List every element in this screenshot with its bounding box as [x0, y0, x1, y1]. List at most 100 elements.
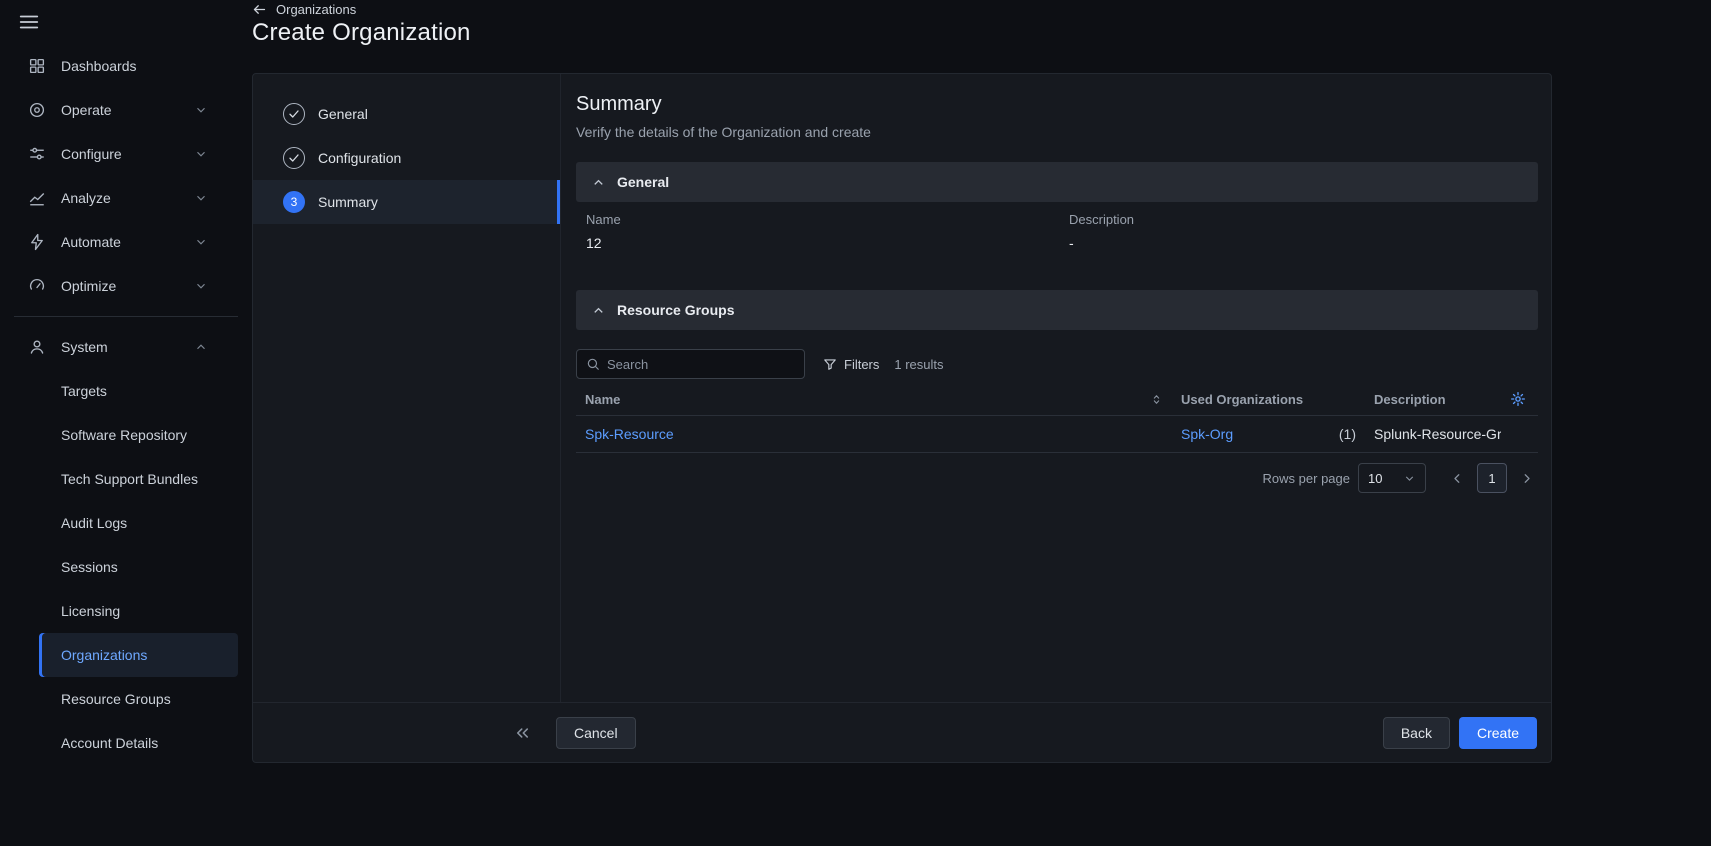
resource-name-link[interactable]: Spk-Resource	[585, 426, 674, 442]
step-label: Configuration	[318, 150, 402, 166]
back-button[interactable]: Back	[1382, 717, 1450, 749]
sidebar-item-label: Automate	[61, 234, 121, 250]
create-button[interactable]: Create	[1458, 717, 1537, 749]
sidebar-item-tech-support-bundles[interactable]: Tech Support Bundles	[39, 457, 238, 501]
general-section-header[interactable]: General	[576, 162, 1538, 202]
sidebar-divider	[14, 316, 238, 317]
configure-icon	[28, 145, 46, 163]
sidebar-item-label: Sessions	[61, 559, 118, 575]
sidebar-item-label: Tech Support Bundles	[61, 471, 198, 487]
chevron-up-icon	[591, 175, 606, 190]
resource-groups-section-header[interactable]: Resource Groups	[576, 290, 1538, 330]
sidebar-item-label: Account Details	[61, 735, 159, 751]
sidebar-item-targets[interactable]: Targets	[39, 369, 238, 413]
sidebar-item-system[interactable]: System	[0, 325, 252, 369]
rows-per-page-select[interactable]: 10	[1358, 463, 1426, 493]
sidebar-item-automate[interactable]: Automate	[0, 220, 252, 264]
table-row: Spk-Resource Spk-Org (1) Splunk-Resource…	[576, 415, 1538, 453]
create-organization-card: General Configuration 3 Summary Summary …	[252, 73, 1552, 763]
sidebar-item-account-details[interactable]: Account Details	[39, 721, 238, 765]
collapse-steps-panel-icon[interactable]	[511, 721, 534, 744]
step-summary[interactable]: 3 Summary	[253, 180, 560, 224]
sidebar-item-label: System	[61, 339, 108, 355]
wizard-steps: General Configuration 3 Summary	[253, 74, 561, 703]
chevron-up-icon	[194, 340, 208, 354]
sidebar-item-label: Targets	[61, 383, 107, 399]
sidebar-item-organizations[interactable]: Organizations	[39, 633, 238, 677]
operate-icon	[28, 101, 46, 119]
name-label: Name	[586, 212, 621, 227]
previous-page-button[interactable]	[1446, 467, 1469, 490]
page-number-button[interactable]: 1	[1477, 463, 1507, 493]
chevron-down-icon	[194, 279, 208, 293]
sort-icon[interactable]	[1150, 393, 1163, 406]
general-fields: Name 12 Description -	[576, 202, 1538, 271]
resource-groups-table: Name Used Organizations Description Spk-…	[576, 383, 1538, 453]
automate-icon	[28, 233, 46, 251]
column-header-settings	[1501, 383, 1538, 416]
used-organization-link[interactable]: Spk-Org	[1181, 426, 1233, 442]
cancel-button[interactable]: Cancel	[556, 717, 636, 749]
step-label: General	[318, 106, 368, 122]
sidebar-item-label: Optimize	[61, 278, 117, 294]
menu-icon[interactable]	[17, 11, 41, 33]
column-header-used-organizations[interactable]: Used Organizations	[1172, 383, 1365, 416]
pagination: Rows per page 10 1	[576, 463, 1538, 493]
resource-groups-toolbar: Filters 1 results	[576, 349, 1538, 379]
sidebar-item-audit-logs[interactable]: Audit Logs	[39, 501, 238, 545]
sidebar-item-sessions[interactable]: Sessions	[39, 545, 238, 589]
rows-per-page-value: 10	[1368, 470, 1383, 486]
search-icon	[586, 357, 600, 371]
description-label: Description	[1069, 212, 1135, 227]
sidebar-item-software-repository[interactable]: Software Repository	[39, 413, 238, 457]
sidebar-item-licensing[interactable]: Licensing	[39, 589, 238, 633]
chevron-down-icon	[194, 147, 208, 161]
back-arrow-icon	[252, 2, 267, 17]
table-header-row: Name Used Organizations Description	[576, 383, 1538, 416]
step-complete-check-icon	[283, 147, 305, 169]
sidebar-item-configure[interactable]: Configure	[0, 132, 252, 176]
next-page-button[interactable]	[1515, 467, 1538, 490]
analyze-icon	[28, 189, 46, 207]
sidebar-item-optimize[interactable]: Optimize	[0, 264, 252, 308]
sidebar-item-label: Operate	[61, 102, 112, 118]
step-general[interactable]: General	[253, 92, 560, 136]
sidebar-item-analyze[interactable]: Analyze	[0, 176, 252, 220]
step-configuration[interactable]: Configuration	[253, 136, 560, 180]
general-section-title: General	[617, 174, 670, 190]
summary-heading: Summary	[576, 93, 662, 115]
chevron-up-icon	[591, 303, 606, 318]
search-input[interactable]	[607, 356, 795, 372]
sidebar-item-label: Analyze	[61, 190, 111, 206]
results-count: 1 results	[894, 356, 944, 372]
name-value: 12	[586, 235, 602, 251]
sidebar-item-resource-groups[interactable]: Resource Groups	[39, 677, 238, 721]
sidebar-item-label: Software Repository	[61, 427, 188, 443]
optimize-icon	[28, 277, 46, 295]
breadcrumb-label: Organizations	[276, 2, 357, 17]
chevron-down-icon	[194, 235, 208, 249]
sidebar-item-label: Configure	[61, 146, 122, 162]
filter-icon	[823, 357, 837, 371]
page-title: Create Organization	[252, 19, 471, 46]
sidebar-item-label: Licensing	[61, 603, 121, 619]
dashboards-icon	[28, 57, 46, 75]
chevron-down-icon	[194, 191, 208, 205]
gear-icon[interactable]	[1510, 391, 1529, 407]
summary-content: Summary Verify the details of the Organi…	[562, 74, 1553, 703]
sidebar-item-operate[interactable]: Operate	[0, 88, 252, 132]
sidebar-item-label: Dashboards	[61, 58, 137, 74]
sidebar-item-label: Resource Groups	[61, 691, 171, 707]
sidebar: Dashboards Operate Configure Analyze Aut…	[0, 44, 252, 846]
filters-button[interactable]: Filters	[815, 351, 887, 378]
sidebar-item-label: Organizations	[61, 647, 148, 663]
column-header-description[interactable]: Description	[1365, 383, 1501, 416]
breadcrumb[interactable]: Organizations	[252, 2, 356, 17]
sidebar-item-label: Audit Logs	[61, 515, 128, 531]
summary-subheading: Verify the details of the Organization a…	[576, 124, 871, 140]
column-header-name[interactable]: Name	[576, 383, 1172, 416]
sidebar-item-dashboards[interactable]: Dashboards	[0, 44, 252, 88]
chevron-down-icon	[1403, 472, 1416, 485]
description-value: -	[1069, 235, 1074, 251]
step-label: Summary	[318, 194, 378, 210]
